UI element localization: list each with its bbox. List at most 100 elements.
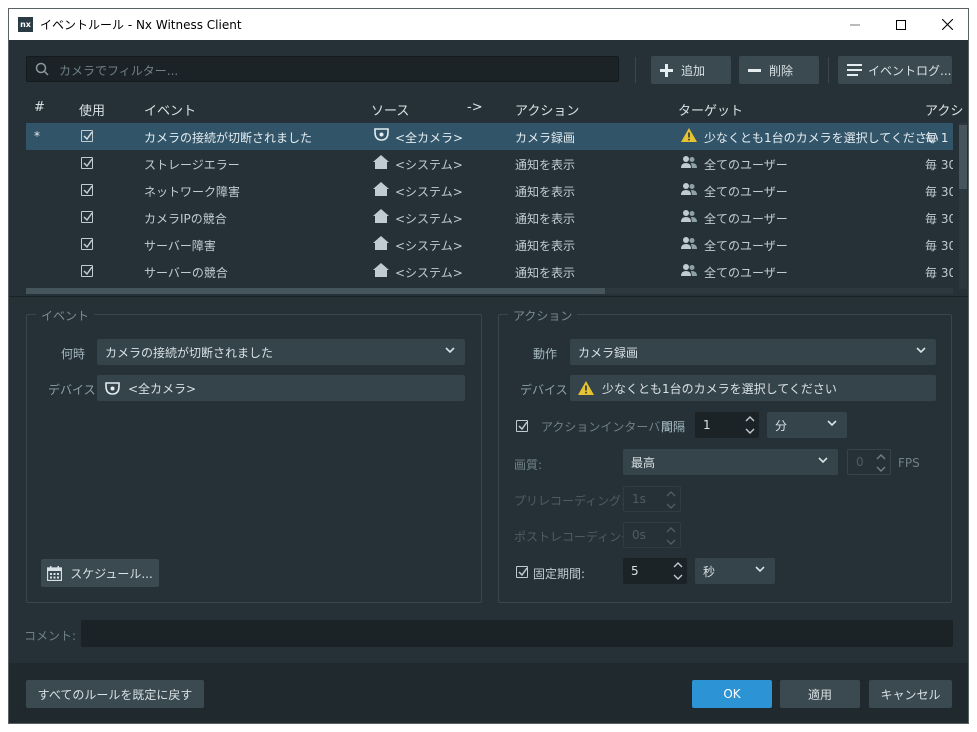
nx-app-icon: nx — [18, 17, 33, 32]
rule-enabled-checkbox[interactable] — [81, 265, 93, 277]
row-interval: 毎 30 — [925, 266, 953, 280]
checkmark-icon — [83, 131, 93, 141]
action-device-field[interactable]: 少なくとも1台のカメラを選択してください — [570, 375, 936, 401]
maximize-icon — [896, 19, 906, 30]
col-use[interactable]: 使用 — [79, 100, 105, 119]
add-rule-button[interactable]: 追加 — [651, 56, 731, 84]
col-num[interactable]: # — [34, 100, 45, 115]
close-icon — [941, 19, 953, 30]
row-event: カメラの接続が切断されました — [144, 131, 313, 145]
row-source: <システム> — [395, 239, 463, 253]
schedule-button[interactable]: スケジュール... — [41, 559, 159, 587]
action-type-value: カメラ録画 — [578, 345, 639, 360]
fps-spinbox[interactable]: 0 — [847, 449, 891, 475]
comment-input[interactable] — [81, 620, 953, 647]
table-vertical-scrollbar[interactable] — [959, 123, 967, 289]
row-event: ネットワーク障害 — [144, 185, 241, 199]
checkmark-icon — [83, 185, 93, 195]
postrecording-spinbox[interactable]: 0s — [623, 522, 681, 548]
event-log-label: イベントログ... — [868, 63, 952, 78]
spin-arrows-icon[interactable] — [876, 452, 886, 474]
home-icon — [373, 182, 389, 196]
toolbar-separator — [828, 57, 829, 83]
interval-unit-select[interactable]: 分 — [767, 412, 847, 438]
ok-button[interactable]: OK — [692, 680, 772, 708]
interval-unit-value: 分 — [775, 418, 788, 433]
minus-icon — [748, 68, 761, 72]
rule-enabled-checkbox[interactable] — [81, 211, 93, 223]
row-action: 通知を表示 — [515, 239, 576, 253]
spin-arrows-icon[interactable] — [673, 560, 683, 582]
home-icon — [373, 155, 389, 169]
row-target: 全てのユーザー — [704, 212, 788, 226]
rule-enabled-checkbox[interactable] — [81, 184, 93, 196]
postrecording-label: ポストレコーディング: — [514, 530, 638, 544]
delete-rule-button[interactable]: 削除 — [739, 56, 819, 84]
prerecording-spinbox[interactable]: 1s — [623, 486, 681, 512]
window-title: イベントルール - Nx Witness Client — [40, 18, 242, 32]
col-action[interactable]: アクション — [515, 100, 579, 119]
table-horizontal-scrollbar[interactable] — [26, 288, 953, 294]
home-icon — [373, 209, 389, 223]
rules-table-header: # 使用 イベント ソース -> アクション ターゲット アクシ — [9, 94, 968, 122]
fixed-duration-checkbox[interactable] — [516, 566, 528, 578]
action-panel-title: アクション — [508, 307, 578, 324]
spin-arrows-icon[interactable] — [666, 489, 676, 511]
action-type-select[interactable]: カメラ録画 — [570, 339, 936, 365]
reset-rules-button[interactable]: すべてのルールを既定に戻す — [26, 680, 204, 708]
col-event[interactable]: イベント — [144, 100, 196, 119]
row-action: カメラ録画 — [515, 131, 576, 145]
table-row[interactable]: サーバーの競合 <システム> 通知を表示 全てのユーザー 毎 30 — [26, 258, 953, 285]
fixed-duration-unit-select[interactable]: 秒 — [695, 558, 775, 584]
when-event-value: カメラの接続が切断されました — [105, 345, 274, 360]
event-device-label: デバイス — [48, 383, 96, 397]
event-device-field[interactable]: <全カメラ> — [97, 375, 465, 401]
interval-sub-label: 間隔 — [661, 420, 686, 434]
chevron-down-icon — [916, 347, 926, 354]
col-source[interactable]: ソース — [371, 100, 409, 119]
when-event-select[interactable]: カメラの接続が切断されました — [97, 339, 465, 365]
spin-arrows-icon[interactable] — [666, 525, 676, 547]
scrollbar-thumb[interactable] — [26, 288, 605, 294]
postrecording-value: 0s — [632, 528, 646, 542]
list-icon — [847, 64, 862, 76]
rule-enabled-checkbox[interactable] — [81, 130, 93, 142]
fixed-duration-spinbox[interactable]: 5 — [623, 558, 687, 584]
col-arrow[interactable]: -> — [467, 100, 483, 115]
table-row[interactable]: カメラIPの競合 <システム> 通知を表示 全てのユーザー 毎 30 — [26, 204, 953, 231]
table-row[interactable]: * カメラの接続が切断されました <全カメラ> カメラ録画 少なくとも1台のカメ… — [26, 123, 953, 150]
row-interval: 毎 30 — [925, 158, 953, 172]
quality-select[interactable]: 最高 — [623, 449, 838, 475]
close-window-button[interactable] — [924, 9, 968, 40]
chevron-down-icon — [827, 420, 837, 427]
action-interval-checkbox[interactable] — [516, 420, 528, 432]
checkmark-icon — [83, 239, 93, 249]
col-target[interactable]: ターゲット — [678, 100, 743, 119]
table-row[interactable]: ストレージエラー <システム> 通知を表示 全てのユーザー 毎 30 — [26, 150, 953, 177]
row-num: * — [34, 129, 40, 143]
splitter[interactable] — [9, 296, 968, 297]
table-row[interactable]: サーバー障害 <システム> 通知を表示 全てのユーザー 毎 30 — [26, 231, 953, 258]
table-row[interactable]: ネットワーク障害 <システム> 通知を表示 全てのユーザー 毎 30 — [26, 177, 953, 204]
cancel-button[interactable]: キャンセル — [869, 680, 952, 708]
maximize-button[interactable] — [878, 9, 924, 40]
rule-enabled-checkbox[interactable] — [81, 238, 93, 250]
scrollbar-thumb[interactable] — [959, 125, 967, 189]
checkmark-icon — [518, 421, 528, 431]
col-action-interval[interactable]: アクシ — [925, 100, 963, 119]
rule-enabled-checkbox[interactable] — [81, 157, 93, 169]
interval-spinbox[interactable]: 1 — [695, 412, 759, 438]
action-device-value: 少なくとも1台のカメラを選択してください — [602, 381, 837, 396]
row-event: サーバーの競合 — [144, 266, 228, 280]
camera-icon — [374, 128, 389, 141]
camera-filter-input[interactable]: カメラでフィルター... — [26, 56, 619, 82]
action-interval-label: アクションインターバル: — [541, 420, 677, 434]
spin-arrows-icon[interactable] — [745, 414, 755, 436]
apply-button[interactable]: 適用 — [780, 680, 860, 708]
minimize-button[interactable] — [832, 9, 878, 40]
row-target: 全てのユーザー — [704, 158, 788, 172]
event-log-button[interactable]: イベントログ... — [838, 56, 952, 84]
row-source: <システム> — [395, 185, 463, 199]
users-icon — [681, 264, 697, 276]
row-target: 全てのユーザー — [704, 239, 788, 253]
